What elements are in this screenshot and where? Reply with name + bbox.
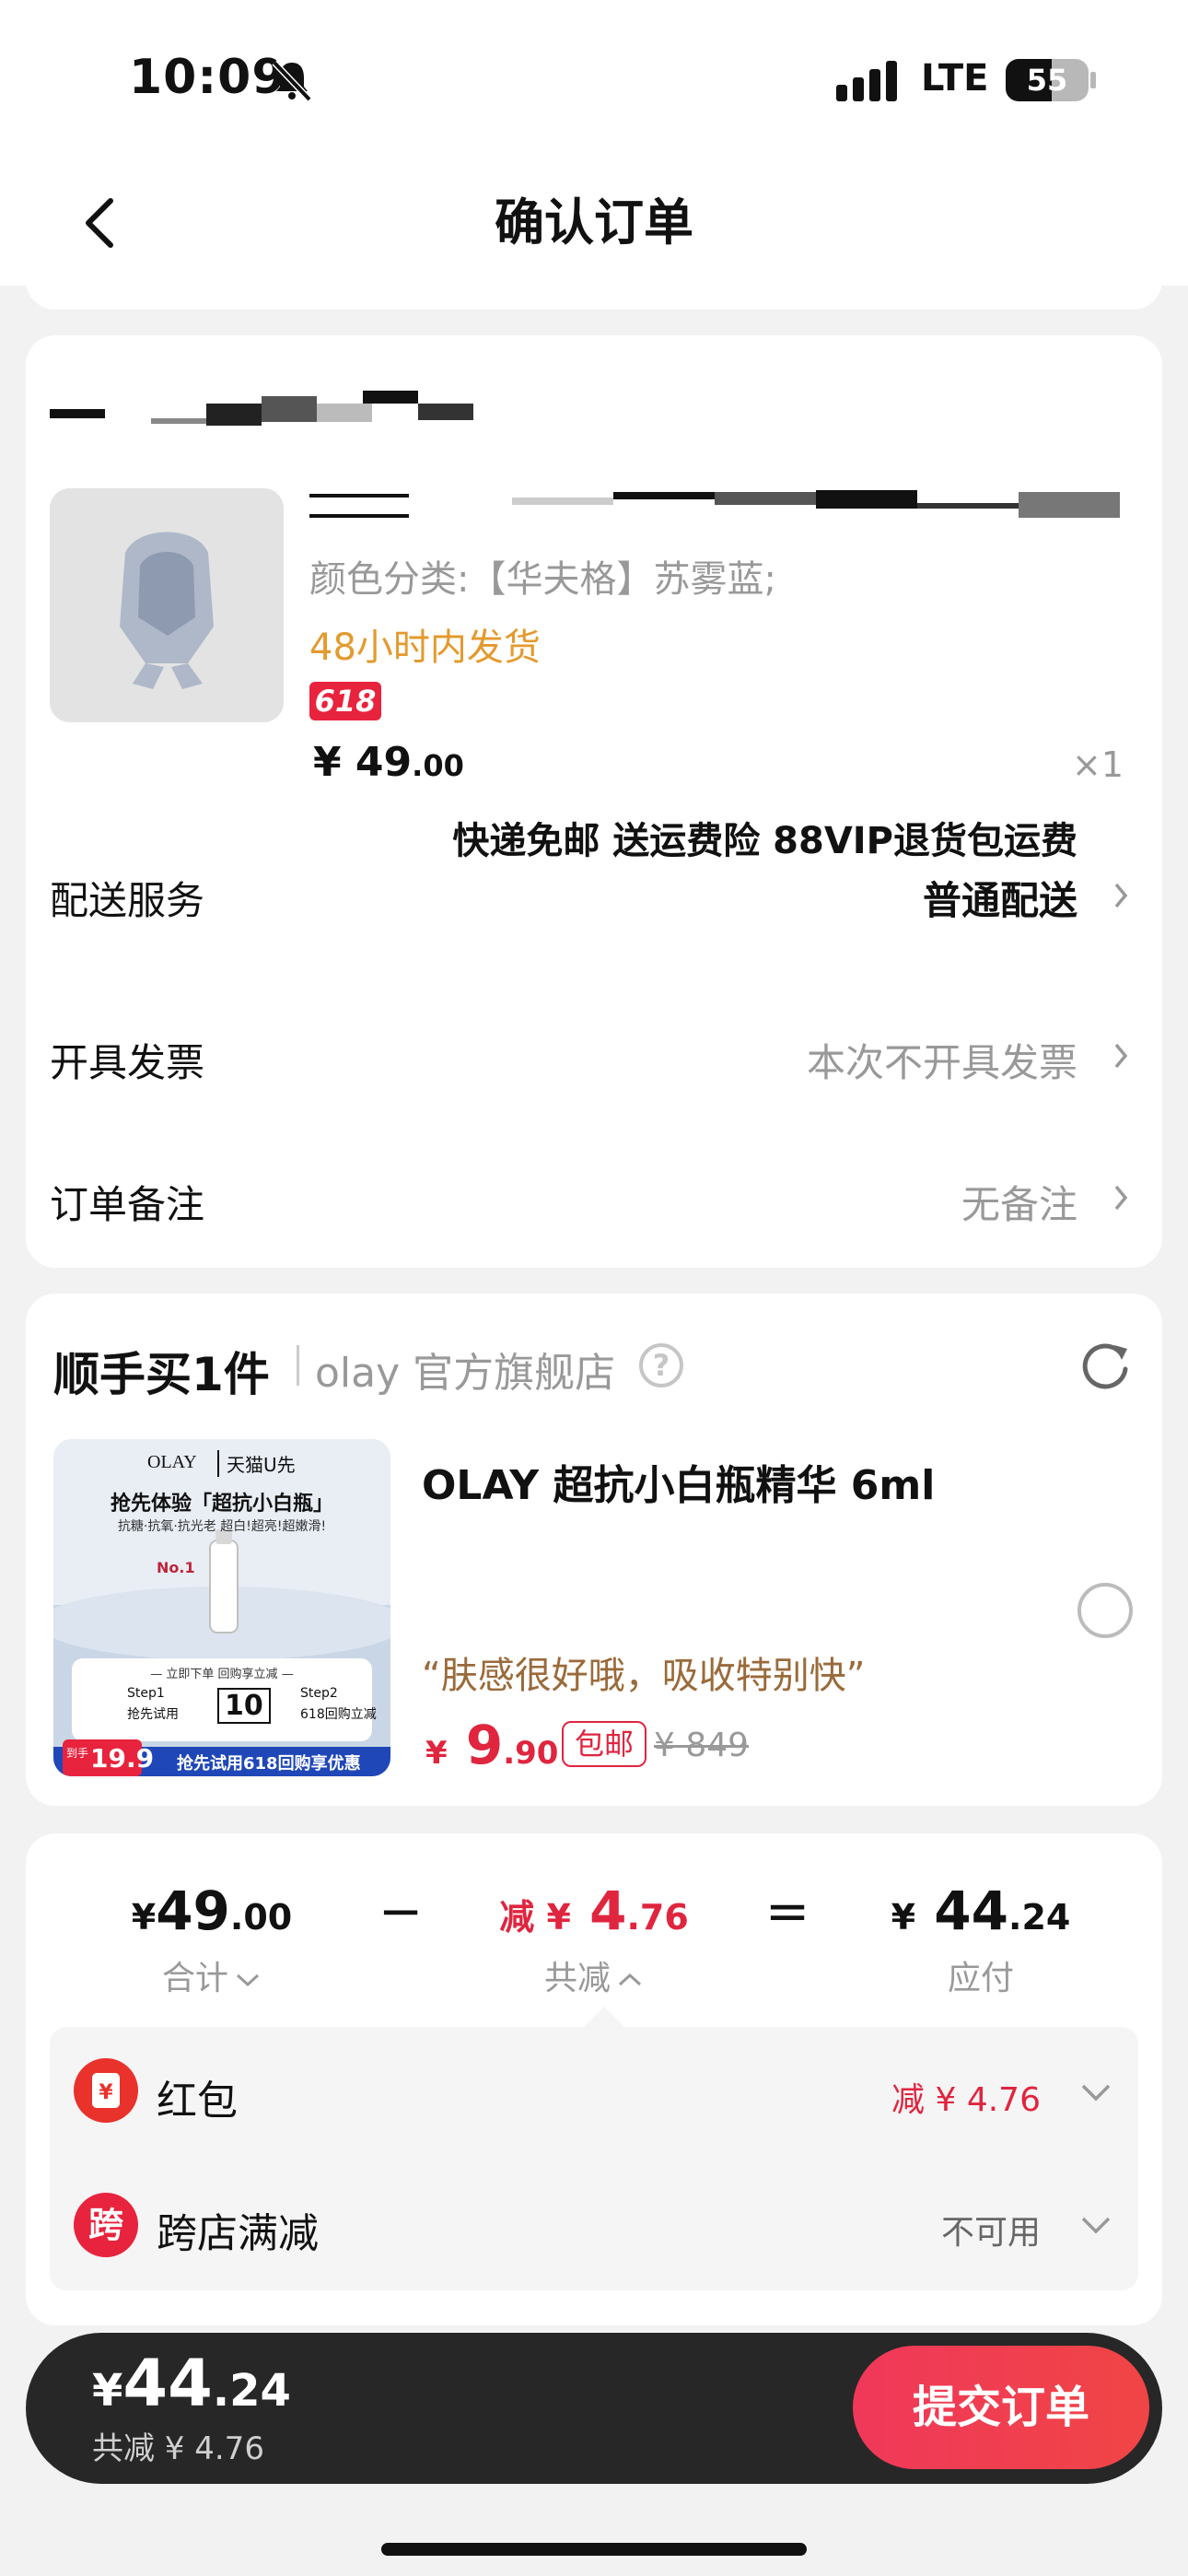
chevron-right-icon[interactable] — [1111, 879, 1131, 912]
summary-discount-toggle[interactable]: 共减 — [479, 1951, 709, 1999]
upsell-title: 顺手买1件 — [53, 1348, 270, 1401]
chevron-right-icon[interactable] — [1111, 1181, 1131, 1214]
store-name-redacted — [50, 391, 473, 431]
ad-step1-text: 抢先试用 — [127, 1707, 179, 1722]
summary-payable: ¥ 44.24 — [891, 1879, 1071, 1942]
svg-text:¥: ¥ — [99, 2081, 113, 2104]
cross-store-value[interactable]: 不可用 — [810, 2206, 1041, 2254]
signal-icon — [836, 61, 897, 101]
hair-towel-image — [50, 488, 284, 722]
shipping-time: 48小时内发货 — [309, 626, 541, 669]
ad-footer: 抢先试用618回购享优惠 — [177, 1754, 361, 1774]
ad-no1: No.1 — [157, 1559, 195, 1576]
help-icon[interactable]: ? — [639, 1343, 683, 1388]
product-quantity[interactable]: ×1 — [1072, 744, 1124, 785]
order-item-card — [26, 335, 1162, 1268]
promo-badge-618: 618 — [309, 682, 381, 720]
original-price: ¥ 849 — [654, 1727, 750, 1764]
upsell-product-image[interactable]: OLAY 天猫U先 抢先体验「超抗小白瓶」 抗糖·抗氧·抗光老 超白!超亮!超嫩… — [53, 1439, 390, 1776]
ad-channel: 天猫U先 — [217, 1450, 296, 1477]
free-shipping-badge: 包邮 — [562, 1721, 647, 1767]
battery-percent: 55 — [1026, 63, 1068, 98]
remark-value[interactable]: 无备注 — [645, 1174, 1077, 1230]
cross-store-icon: 跨 — [74, 2193, 138, 2257]
invoice-label: 开具发票 — [50, 1040, 205, 1085]
ad-steps-header: — 立即下单 回购享立减 — — [150, 1668, 294, 1681]
status-time: 10:09 — [129, 50, 286, 105]
battery-icon: 55 — [1006, 59, 1089, 101]
panel-pointer — [584, 2007, 624, 2027]
product-price: ¥ 49.00 — [313, 739, 464, 786]
home-indicator[interactable] — [381, 2543, 807, 2556]
ad-step1: Step1 — [127, 1686, 165, 1701]
ad-price-prefix: 到手 — [66, 1747, 89, 1760]
remark-label: 订单备注 — [50, 1182, 205, 1227]
product-thumbnail[interactable] — [50, 488, 284, 722]
hongbao-value[interactable]: 减 ¥ 4.76 — [810, 2073, 1041, 2121]
delivery-label: 配送服务 — [50, 878, 205, 923]
invoice-value[interactable]: 本次不开具发票 — [645, 1032, 1077, 1088]
chevron-down-icon[interactable] — [1079, 2215, 1112, 2235]
chevron-down-icon[interactable] — [1079, 2082, 1112, 2102]
battery-tip — [1090, 72, 1096, 88]
page-title: 确认订单 — [495, 193, 693, 252]
upsell-price: ¥ 9.90 — [425, 1714, 559, 1776]
product-title-redacted — [309, 490, 1129, 533]
chevron-down-icon — [236, 1973, 260, 1987]
ad-price-tag: 19.9 — [90, 1743, 155, 1774]
upsell-product-name[interactable]: OLAY 超抗小白瓶精华 6ml — [422, 1452, 935, 1511]
hongbao-icon: ¥ — [74, 2058, 138, 2123]
ad-coupon: 10 — [217, 1688, 271, 1724]
address-card-bottom[interactable] — [26, 267, 1162, 310]
network-type: LTE — [921, 57, 989, 100]
upsell-select-checkbox[interactable] — [1077, 1583, 1133, 1638]
chevron-up-icon — [618, 1973, 642, 1986]
equals-sign: = — [764, 1879, 810, 1942]
summary-discount: 减 ¥ 4.76 — [499, 1879, 689, 1942]
upsell-review-quote: “肤感很好哦，吸收特别快” — [422, 1655, 866, 1697]
ad-brand: OLAY — [147, 1452, 197, 1472]
product-sku[interactable]: 颜色分类:【华夫格】苏雾蓝; — [309, 549, 776, 603]
hongbao-label: 红包 — [157, 2078, 238, 2125]
delivery-method[interactable]: 普通配送 — [645, 870, 1077, 926]
ad-step2: Step2 — [300, 1686, 338, 1701]
divider — [297, 1345, 299, 1386]
minus-sign: − — [378, 1879, 424, 1942]
chevron-right-icon[interactable] — [1111, 1039, 1131, 1072]
summary-total-toggle[interactable]: 合计 — [92, 1951, 332, 1999]
summary-payable-label: 应付 — [947, 1960, 1014, 1997]
delivery-benefits: 快递免邮 送运费险 88VIP退货包运费 — [452, 820, 1077, 862]
ad-step2-text: 618回购立减 — [300, 1707, 377, 1722]
cross-store-label: 跨店满减 — [157, 2210, 319, 2257]
checkout-total: ¥44.24 — [92, 2346, 291, 2421]
ad-subline: 抗糖·抗氧·抗光老 超白!超亮!超嫩滑! — [117, 1519, 327, 1534]
summary-total: ¥49.00 — [131, 1879, 293, 1942]
submit-order-button[interactable]: 提交订单 — [853, 2346, 1149, 2469]
upsell-store-name[interactable]: olay 官方旗舰店 — [315, 1340, 615, 1399]
ad-headline: 抢先体验「超抗小白瓶」 — [110, 1493, 333, 1516]
refresh-icon[interactable] — [1077, 1338, 1133, 1393]
checkout-discount: 共减 ¥ 4.76 — [92, 2430, 264, 2467]
bell-muted-icon — [272, 60, 312, 102]
